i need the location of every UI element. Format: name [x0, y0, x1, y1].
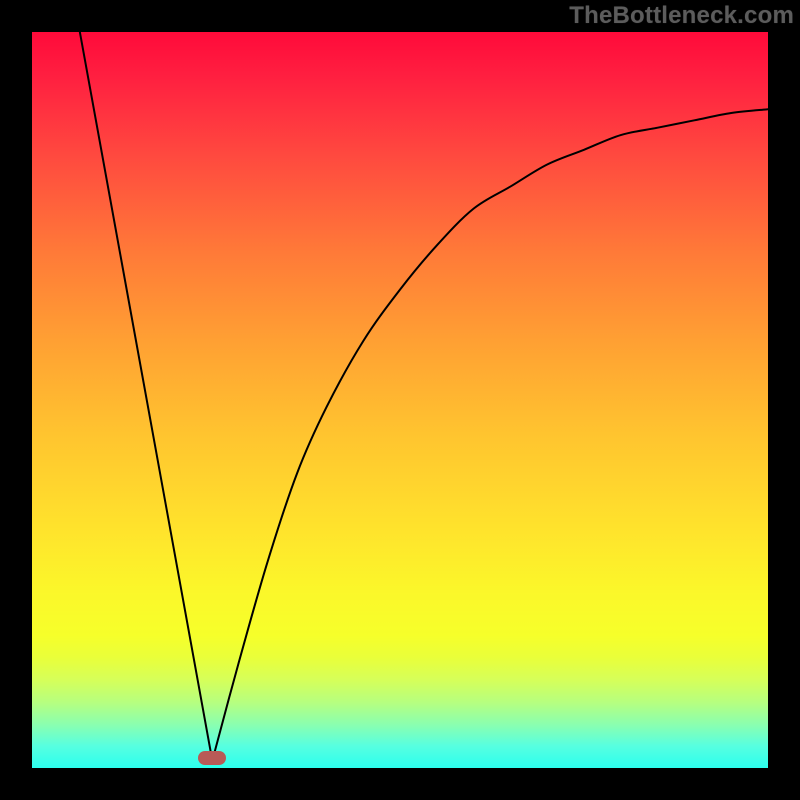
curve-layer — [32, 32, 768, 768]
bottleneck-curve — [80, 32, 768, 761]
plot-area — [32, 32, 768, 768]
minimum-marker — [198, 751, 226, 765]
watermark-label: TheBottleneck.com — [569, 2, 794, 30]
